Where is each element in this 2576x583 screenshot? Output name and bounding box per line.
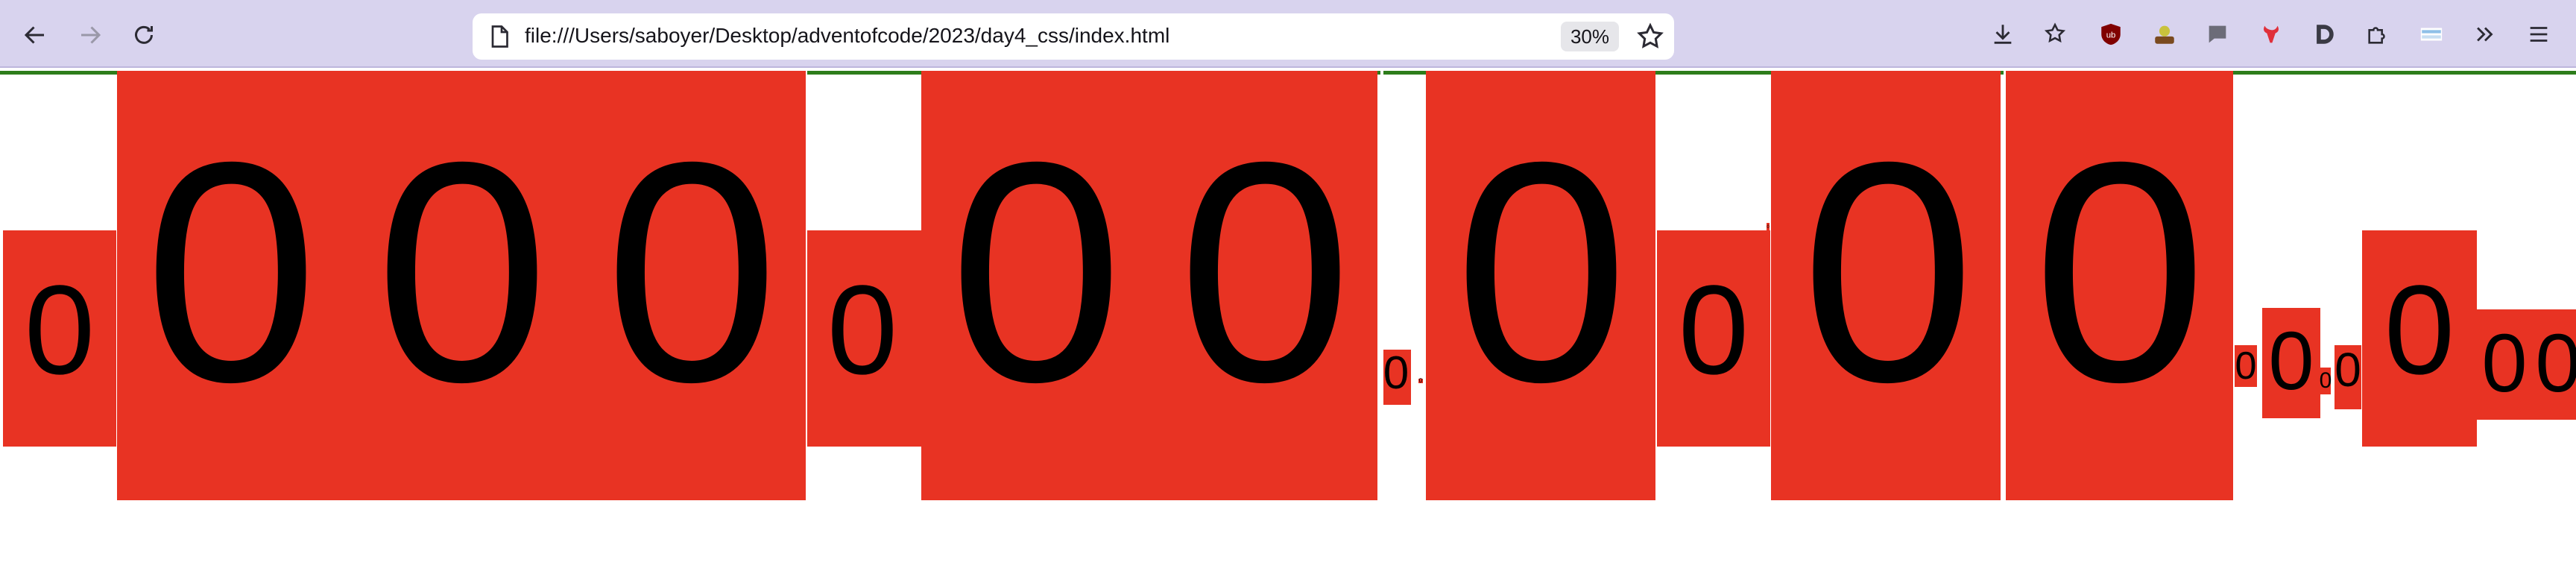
overflow-chevrons-icon[interactable]	[2469, 18, 2501, 51]
ublock-icon[interactable]: ub	[2094, 18, 2127, 51]
zoom-badge[interactable]: 30%	[1561, 22, 1619, 51]
reload-icon[interactable]	[125, 16, 162, 54]
cell-separator	[1380, 71, 1383, 500]
extension-banner-icon[interactable]	[2415, 18, 2448, 51]
extension-d-icon[interactable]	[2308, 18, 2340, 51]
cell-zero: 0	[1383, 347, 1409, 399]
bookmark-star-icon[interactable]	[1635, 22, 1665, 51]
menu-hamburger-icon[interactable]	[2522, 18, 2555, 51]
forward-icon[interactable]	[72, 16, 109, 54]
pocket-star-icon[interactable]	[2039, 18, 2071, 51]
cell-zero: 0	[949, 98, 1123, 447]
cell-zero: 0	[1418, 377, 1423, 384]
svg-text:ub: ub	[2106, 31, 2116, 40]
cell-zero: 0	[1178, 98, 1352, 447]
cell-separator	[2004, 71, 2006, 500]
extension-plant-icon[interactable]	[2148, 18, 2181, 51]
cell-zero: 0	[24, 259, 95, 401]
address-bar[interactable]: file:///Users/saboyer/Desktop/adventofco…	[473, 13, 1674, 60]
cell-zero: 0	[1767, 225, 1770, 230]
cell-separator	[806, 71, 807, 500]
url-text[interactable]: file:///Users/saboyer/Desktop/adventofco…	[525, 24, 1169, 48]
cell-zero: 0	[2384, 259, 2455, 401]
cell-zero: 0	[2334, 343, 2361, 397]
cell-zero: 0	[1454, 98, 1629, 447]
browser-toolbar: file:///Users/saboyer/Desktop/adventofco…	[0, 0, 2576, 68]
cell-zero: 0	[827, 259, 898, 401]
cell-zero: 0	[2268, 315, 2314, 407]
extension-gray-icon[interactable]	[2201, 18, 2234, 51]
extension-lobster-icon[interactable]	[2255, 18, 2288, 51]
cell-zero: 0	[604, 98, 779, 447]
back-icon[interactable]	[16, 16, 54, 54]
page-icon	[491, 25, 508, 48]
cell-zero: 0	[144, 98, 318, 447]
page-content: 000000000000000000000	[0, 69, 2576, 583]
download-icon[interactable]	[1986, 18, 2019, 51]
cell-zero: 0	[2535, 318, 2576, 409]
cell-zero: 0	[2033, 98, 2207, 447]
cell-zero: 0	[1678, 259, 1749, 401]
cell-zero: 0	[375, 98, 549, 447]
cell-zero: 0	[2235, 344, 2257, 388]
cell-zero: 0	[2319, 368, 2332, 393]
cell-zero: 0	[1801, 98, 1975, 447]
cell-zero: 0	[2481, 318, 2528, 409]
extensions-puzzle-icon[interactable]	[2361, 18, 2394, 51]
